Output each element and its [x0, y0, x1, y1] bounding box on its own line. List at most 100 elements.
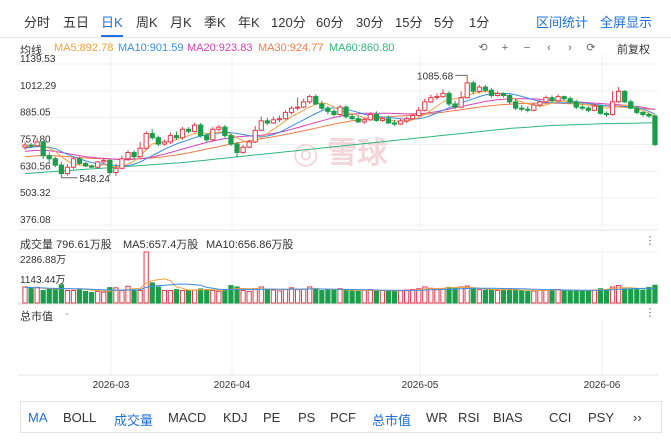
candle-body	[652, 115, 658, 146]
indicator-tab-8[interactable]: PCF	[330, 410, 356, 425]
candle-body	[494, 92, 501, 97]
volume-bar	[385, 290, 392, 304]
volume-bar	[288, 287, 295, 304]
candle-body	[131, 151, 137, 158]
x-axis-label: 2026-05	[402, 380, 439, 391]
volume-bar	[428, 287, 434, 304]
candle-body	[198, 124, 204, 137]
candle-body	[246, 141, 252, 148]
candle-body	[161, 141, 167, 145]
volume-bar	[513, 288, 519, 304]
candle-body	[549, 97, 555, 102]
candle-body	[234, 143, 240, 153]
volume-panel-settings-icon[interactable]: ⋮	[643, 234, 657, 248]
candle-body	[319, 103, 325, 109]
volume-ma10-legend: MA10:656.86万股	[206, 239, 294, 251]
indicator-tab-3[interactable]: 成交量	[114, 410, 153, 429]
candle-body	[434, 96, 440, 99]
candle-body	[640, 111, 646, 116]
candle-body	[482, 86, 488, 91]
candle-body	[355, 118, 361, 123]
candle-body	[446, 92, 452, 105]
market-cap-legend-value: -	[65, 308, 69, 320]
candle-body	[204, 135, 210, 141]
volume-bar	[458, 286, 464, 304]
market-cap-panel-settings-icon[interactable]: ⋮	[643, 306, 657, 320]
candle-body	[410, 115, 416, 120]
volume-bar	[325, 289, 331, 304]
candle-body	[404, 118, 410, 122]
volume-bar	[506, 288, 513, 304]
indicator-tab-4[interactable]: MACD	[168, 410, 206, 425]
volume-bar	[597, 288, 604, 304]
candle-body	[288, 107, 295, 113]
indicator-tab-5[interactable]: KDJ	[223, 410, 248, 425]
candle-body	[373, 114, 379, 121]
indicator-tab-7[interactable]: PS	[298, 410, 315, 425]
price-axis-label: 376.08	[20, 215, 51, 226]
volume-bar	[543, 289, 549, 304]
candle-body	[464, 82, 470, 99]
candle-body	[531, 104, 537, 111]
candle-body	[40, 141, 46, 157]
candle-body	[282, 111, 289, 120]
candle-body	[155, 137, 161, 145]
kline-chart[interactable]: 1139.531012.29885.05757.80630.56503.3237…	[0, 0, 671, 400]
volume-bar	[634, 289, 640, 304]
candle-body	[525, 108, 531, 111]
volume-bar	[561, 289, 567, 304]
volume-bar	[95, 290, 101, 304]
indicator-tab-10[interactable]: WR	[426, 410, 448, 425]
volume-bar	[494, 290, 501, 304]
candle-body	[537, 101, 543, 106]
volume-bar	[143, 251, 149, 304]
candle-body	[634, 107, 640, 113]
volume-bar	[367, 289, 373, 304]
candle-body	[301, 101, 307, 108]
candle-body	[543, 97, 549, 103]
volume-bar	[222, 289, 228, 304]
volume-bar	[379, 290, 386, 304]
volume-bar	[470, 288, 476, 304]
volume-bar	[416, 288, 422, 304]
volume-bar	[52, 289, 58, 304]
volume-bar	[555, 289, 561, 304]
volume-bar	[537, 290, 543, 304]
volume-bar	[531, 290, 537, 304]
volume-bar	[525, 290, 531, 304]
indicator-tab-9[interactable]: 总市值	[372, 410, 411, 429]
candle-body	[567, 98, 573, 103]
candle-body	[95, 161, 101, 168]
volume-bar	[591, 289, 598, 304]
price-axis-label: 1012.29	[20, 81, 57, 92]
indicator-tab-6[interactable]: PE	[263, 410, 280, 425]
volume-bar	[64, 290, 71, 304]
candle-body	[119, 158, 125, 169]
indicator-tab-11[interactable]: RSI	[458, 410, 480, 425]
candle-body	[252, 129, 258, 143]
volume-bar	[28, 288, 34, 304]
candle-body	[616, 90, 622, 103]
price-axis-label: 885.05	[20, 108, 51, 119]
candle-body	[22, 144, 28, 148]
indicator-tab-1[interactable]: MA	[28, 410, 48, 425]
volume-bar	[361, 290, 367, 304]
volume-bar	[228, 285, 234, 304]
candle-body	[349, 116, 355, 120]
volume-axis-mid: 1143.44万	[20, 275, 66, 286]
volume-bar	[301, 288, 307, 304]
candle-body	[458, 97, 464, 108]
indicator-tab-13[interactable]: CCI	[549, 410, 571, 425]
candle-body	[506, 95, 513, 103]
indicator-tab-12[interactable]: BIAS	[493, 410, 523, 425]
volume-bar	[482, 289, 488, 304]
candle-body	[107, 159, 113, 174]
candle-body	[585, 107, 591, 111]
more-tabs-icon[interactable]: ››	[633, 410, 642, 425]
volume-bar	[76, 288, 83, 304]
candle-body	[179, 128, 186, 139]
volume-bar	[137, 290, 143, 304]
indicator-tab-14[interactable]: PSY	[588, 410, 614, 425]
candle-body	[452, 103, 458, 108]
indicator-tab-2[interactable]: BOLL	[63, 410, 96, 425]
